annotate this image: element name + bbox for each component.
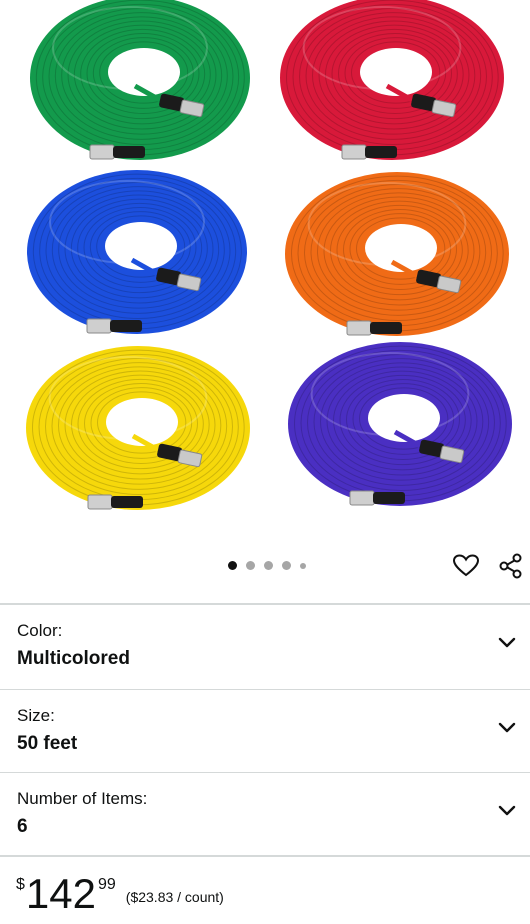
cable-coil <box>285 172 509 336</box>
number-of-items-selector[interactable]: Number of Items: 6 <box>0 772 530 855</box>
cable-coil <box>30 0 250 160</box>
color-value: Multicolored <box>17 648 130 669</box>
price-currency: $ <box>16 876 25 893</box>
number-of-items-label: Number of Items: <box>17 789 148 808</box>
pagination-dot-4[interactable] <box>282 561 291 570</box>
divider <box>0 855 530 857</box>
chevron-down-icon[interactable] <box>496 716 518 738</box>
pagination-dot-5[interactable] <box>300 562 306 569</box>
cable-coil <box>26 346 250 510</box>
number-of-items-value: 6 <box>17 816 28 837</box>
image-pagination-dots[interactable] <box>228 561 306 570</box>
price-whole: 142 <box>25 870 96 917</box>
cable-coil <box>280 0 504 160</box>
pagination-dot-2[interactable] <box>246 561 255 570</box>
cable-coil <box>288 342 512 506</box>
chevron-down-icon[interactable] <box>496 631 518 653</box>
unit-price: ($23.83 / count) <box>125 889 224 905</box>
size-value: 50 feet <box>17 733 78 754</box>
color-label: Color: <box>17 621 63 640</box>
cable-coil <box>27 170 247 334</box>
gallery-controls <box>0 548 530 588</box>
price-block: $ 142 99 ($23.83 / count) <box>16 872 224 922</box>
chevron-down-icon[interactable] <box>496 799 518 821</box>
heart-icon[interactable] <box>450 550 482 582</box>
product-image-gallery[interactable] <box>0 0 530 540</box>
price-fraction: 99 <box>97 876 116 893</box>
share-icon[interactable] <box>495 550 527 582</box>
color-selector[interactable]: Color: Multicolored <box>0 605 530 687</box>
size-selector[interactable]: Size: 50 feet <box>0 689 530 772</box>
product-image-cables[interactable] <box>0 0 530 540</box>
pagination-dot-1[interactable] <box>228 561 237 570</box>
size-label: Size: <box>17 706 55 725</box>
pagination-dot-3[interactable] <box>264 561 273 570</box>
